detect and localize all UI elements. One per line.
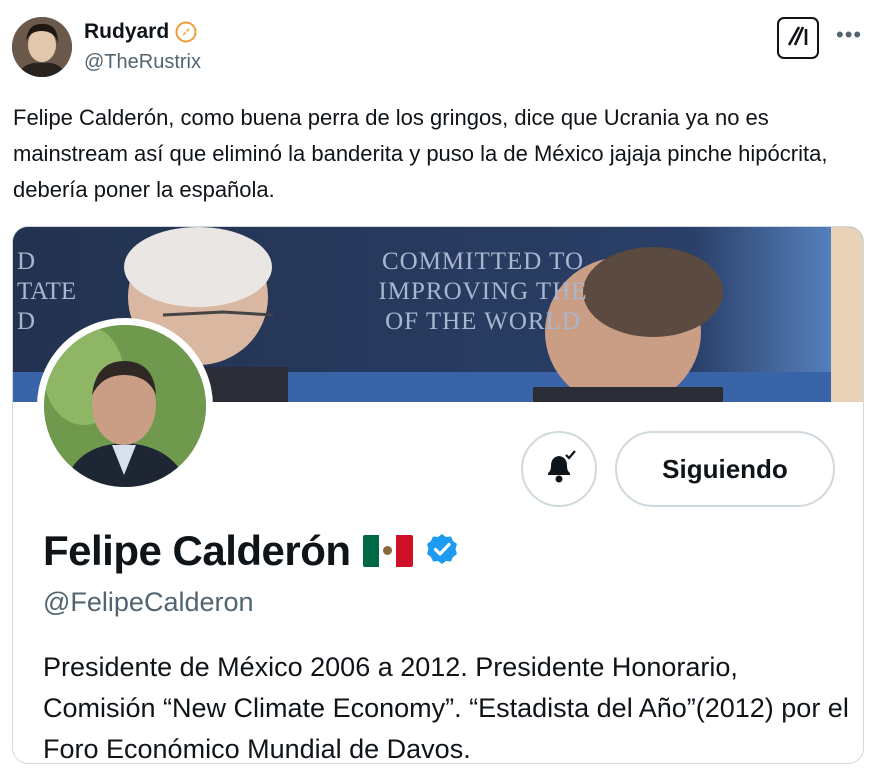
tweet-text: Felipe Calderón, como buena perra de los… (13, 105, 828, 202)
bell-check-icon (539, 447, 579, 492)
grok-icon (785, 23, 811, 54)
compass-badge-icon (175, 21, 197, 43)
author-name-row: Rudyard (84, 20, 197, 44)
mexico-flag-icon (362, 535, 413, 567)
notifications-button[interactable] (521, 431, 597, 507)
profile-handle: @FelipeCalderon (43, 587, 254, 617)
banner-sign-text: COMMITTED TO IMPROVING THE OF THE WORLD (333, 247, 633, 337)
banner-side-line: TATE (17, 278, 77, 305)
author-avatar[interactable] (12, 17, 72, 77)
banner-side-line: D (17, 248, 36, 275)
verified-badge-icon (425, 532, 459, 571)
banner-side-line: D (17, 308, 36, 335)
banner-side-text: D TATE D (17, 247, 76, 337)
grok-button[interactable] (777, 17, 819, 59)
banner-text-line: COMMITTED TO (381, 248, 585, 275)
profile-picture[interactable] (44, 325, 206, 487)
author-display-name[interactable]: Rudyard (84, 20, 169, 44)
profile-name: Felipe Calderón (43, 527, 351, 574)
profile-bio: Presidente de México 2006 a 2012. Presid… (43, 652, 849, 764)
embedded-image[interactable]: COMMITTED TO IMPROVING THE OF THE WORLD … (12, 226, 864, 764)
banner-text-line: IMPROVING THE (378, 278, 588, 305)
following-button[interactable]: Siguiendo (615, 431, 835, 507)
banner-text-line: OF THE WORLD (385, 308, 581, 335)
profile-name-row: Felipe Calderón (43, 527, 459, 575)
author-handle[interactable]: @TheRustrix (84, 51, 201, 74)
more-icon[interactable]: ••• (836, 22, 862, 48)
